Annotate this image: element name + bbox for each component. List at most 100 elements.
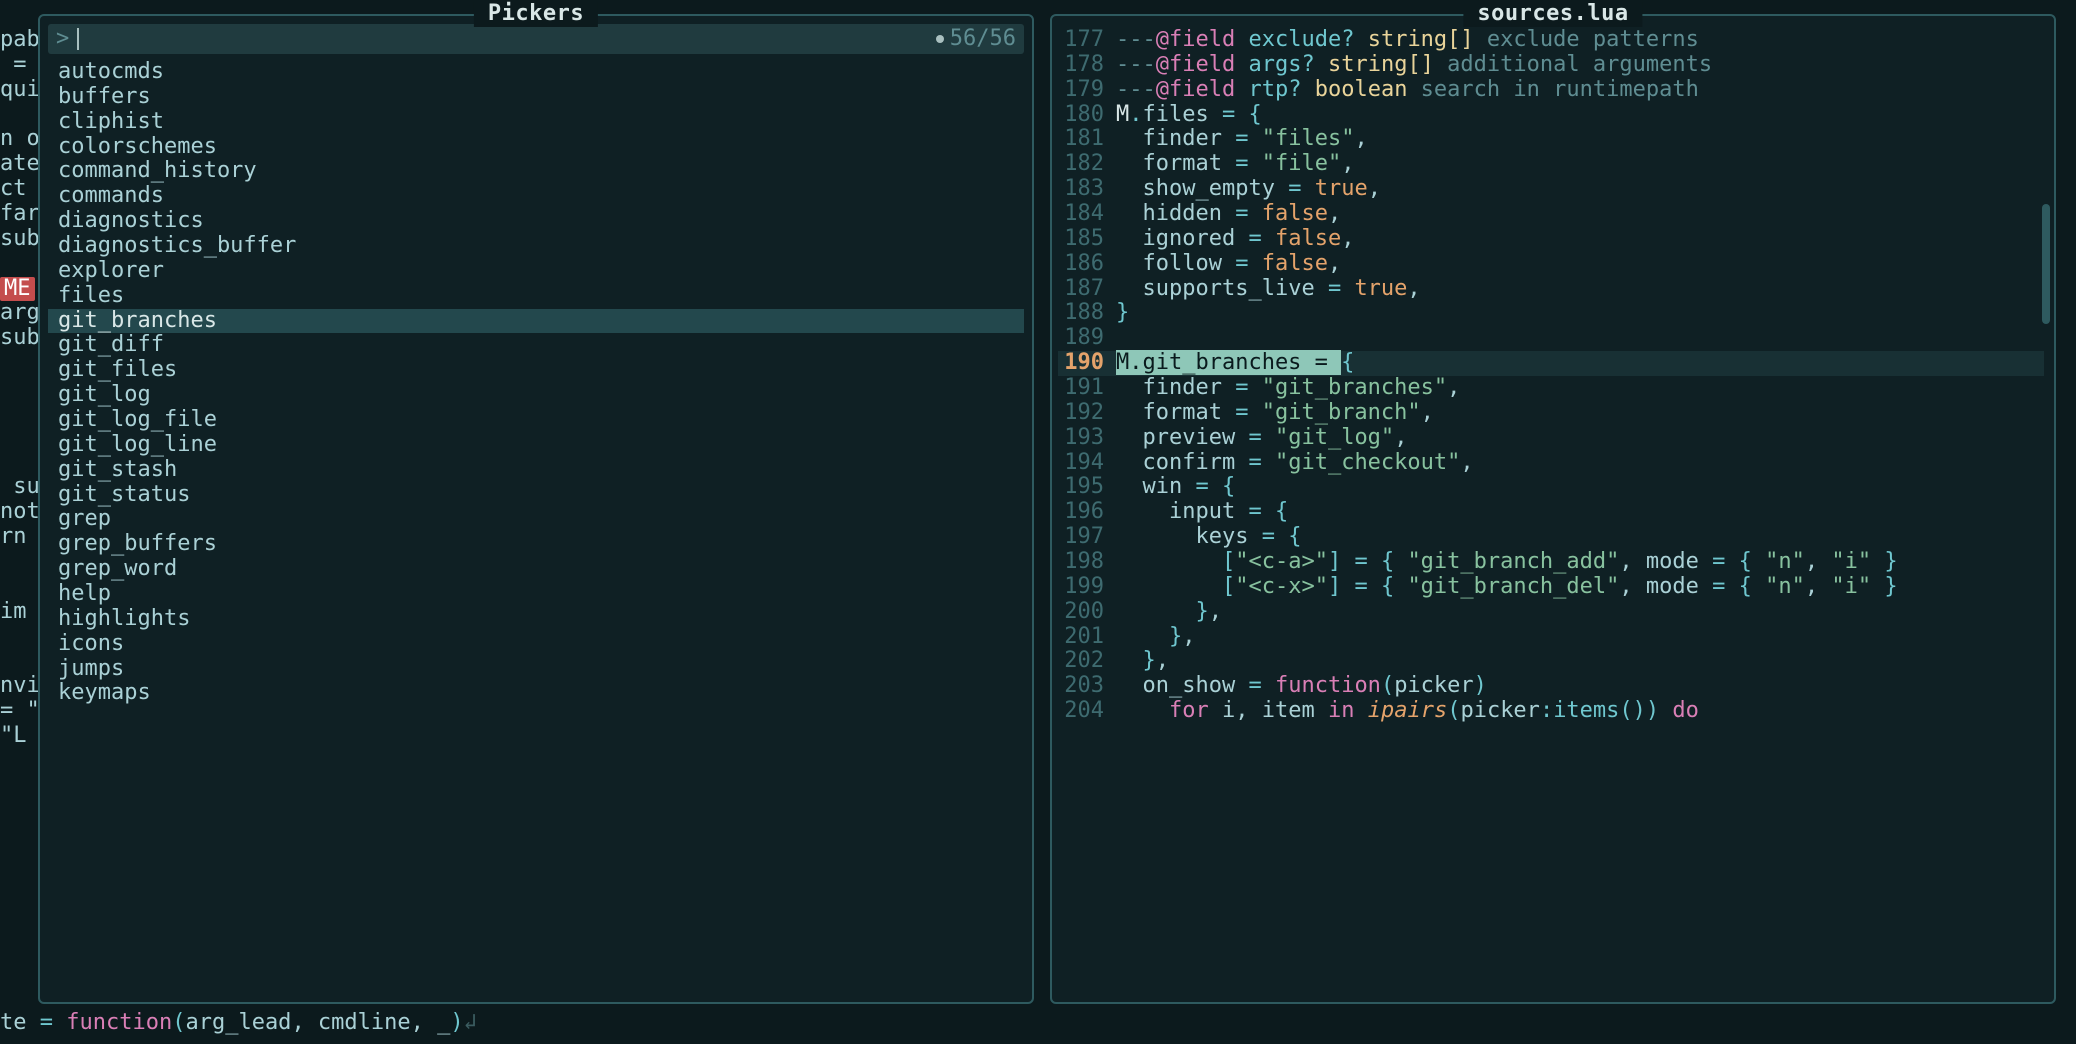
line-number: 196 xyxy=(1058,500,1116,525)
code-line: 181 finder = "files", xyxy=(1058,127,2044,152)
line-number: 180 xyxy=(1058,103,1116,128)
picker-item[interactable]: git_log_file xyxy=(48,408,1024,433)
code-content: M.files = { xyxy=(1116,103,2044,128)
line-number: 203 xyxy=(1058,674,1116,699)
line-number: 189 xyxy=(1058,326,1116,351)
line-number: 188 xyxy=(1058,301,1116,326)
code-content: M.git_branches = { xyxy=(1116,351,2044,376)
code-line: 189 xyxy=(1058,326,2044,351)
picker-item[interactable]: colorschemes xyxy=(48,135,1024,160)
code-content: } xyxy=(1116,301,2044,326)
code-content: }, xyxy=(1116,649,2044,674)
diagnostic-badge: ME xyxy=(0,277,35,302)
picker-prompt[interactable]: > 56/56 xyxy=(48,24,1024,54)
line-number: 190 xyxy=(1058,351,1116,376)
picker-item[interactable]: grep_word xyxy=(48,557,1024,582)
code-content: preview = "git_log", xyxy=(1116,426,2044,451)
picker-item[interactable]: git_files xyxy=(48,358,1024,383)
line-number: 193 xyxy=(1058,426,1116,451)
code-content: format = "file", xyxy=(1116,152,2044,177)
picker-item[interactable]: autocmds xyxy=(48,60,1024,85)
picker-item[interactable]: command_history xyxy=(48,159,1024,184)
picker-item[interactable]: help xyxy=(48,582,1024,607)
code-line: 185 ignored = false, xyxy=(1058,227,2044,252)
code-line: 201 }, xyxy=(1058,625,2044,650)
code-content: finder = "git_branches", xyxy=(1116,376,2044,401)
code-line: 199 ["<c-x>"] = { "git_branch_del", mode… xyxy=(1058,575,2044,600)
code-line: 194 confirm = "git_checkout", xyxy=(1058,451,2044,476)
background-buffer-bottom-line: te = function(arg_lead, cmdline, _)↲ xyxy=(0,1011,477,1036)
code-line: 198 ["<c-a>"] = { "git_branch_add", mode… xyxy=(1058,550,2044,575)
preview-title: sources.lua xyxy=(1463,2,1642,27)
picker-item[interactable]: files xyxy=(48,284,1024,309)
preview-code[interactable]: 177---@field exclude? string[] exclude p… xyxy=(1052,26,2054,726)
code-content: input = { xyxy=(1116,500,2044,525)
code-content: win = { xyxy=(1116,475,2044,500)
code-content: ignored = false, xyxy=(1116,227,2044,252)
picker-item[interactable]: highlights xyxy=(48,607,1024,632)
picker-item[interactable]: git_stash xyxy=(48,458,1024,483)
picker-item[interactable]: explorer xyxy=(48,259,1024,284)
code-content: }, xyxy=(1116,625,2044,650)
code-content: keys = { xyxy=(1116,525,2044,550)
modified-dot-icon xyxy=(936,35,944,43)
picker-item[interactable]: keymaps xyxy=(48,681,1024,706)
line-number: 195 xyxy=(1058,475,1116,500)
code-content: follow = false, xyxy=(1116,252,2044,277)
picker-item[interactable]: jumps xyxy=(48,657,1024,682)
code-content: ["<c-x>"] = { "git_branch_del", mode = {… xyxy=(1116,575,2044,600)
picker-item[interactable]: diagnostics_buffer xyxy=(48,234,1024,259)
code-content: on_show = function(picker) xyxy=(1116,674,2044,699)
code-content: confirm = "git_checkout", xyxy=(1116,451,2044,476)
code-content: for i, item in ipairs(picker:items()) do xyxy=(1116,699,2044,724)
code-line: 200 }, xyxy=(1058,600,2044,625)
picker-item[interactable]: diagnostics xyxy=(48,209,1024,234)
picker-count: 56/56 xyxy=(950,27,1016,52)
code-content: ["<c-a>"] = { "git_branch_add", mode = {… xyxy=(1116,550,2044,575)
code-line: 182 format = "file", xyxy=(1058,152,2044,177)
preview-panel: sources.lua 177---@field exclude? string… xyxy=(1050,14,2056,1004)
line-number: 185 xyxy=(1058,227,1116,252)
line-number: 192 xyxy=(1058,401,1116,426)
picker-item[interactable]: icons xyxy=(48,632,1024,657)
picker-panel: Pickers > 56/56 autocmdsbufferscliphistc… xyxy=(38,14,1034,1004)
code-content: show_empty = true, xyxy=(1116,177,2044,202)
picker-item[interactable]: git_diff xyxy=(48,333,1024,358)
picker-search-input[interactable] xyxy=(79,26,930,53)
code-content: ---@field rtp? boolean search in runtime… xyxy=(1116,78,2044,103)
picker-item[interactable]: git_branches xyxy=(48,309,1024,334)
line-number: 201 xyxy=(1058,625,1116,650)
code-line: 178---@field args? string[] additional a… xyxy=(1058,53,2044,78)
picker-item[interactable]: git_status xyxy=(48,483,1024,508)
code-content: format = "git_branch", xyxy=(1116,401,2044,426)
picker-item[interactable]: cliphist xyxy=(48,110,1024,135)
preview-scrollbar[interactable] xyxy=(2042,204,2050,324)
code-content: }, xyxy=(1116,600,2044,625)
picker-list[interactable]: autocmdsbufferscliphistcolorschemescomma… xyxy=(48,60,1024,992)
code-line: 196 input = { xyxy=(1058,500,2044,525)
picker-item[interactable]: buffers xyxy=(48,85,1024,110)
picker-item[interactable]: grep_buffers xyxy=(48,532,1024,557)
code-line: 188} xyxy=(1058,301,2044,326)
code-line: 180M.files = { xyxy=(1058,103,2044,128)
code-line: 193 preview = "git_log", xyxy=(1058,426,2044,451)
picker-item[interactable]: git_log_line xyxy=(48,433,1024,458)
code-line: 184 hidden = false, xyxy=(1058,202,2044,227)
line-number: 191 xyxy=(1058,376,1116,401)
code-line: 186 follow = false, xyxy=(1058,252,2044,277)
line-number: 179 xyxy=(1058,78,1116,103)
code-line: 195 win = { xyxy=(1058,475,2044,500)
line-number: 187 xyxy=(1058,277,1116,302)
code-content: ---@field exclude? string[] exclude patt… xyxy=(1116,28,2044,53)
code-line: 187 supports_live = true, xyxy=(1058,277,2044,302)
picker-item[interactable]: grep xyxy=(48,507,1024,532)
line-number: 199 xyxy=(1058,575,1116,600)
picker-item[interactable]: commands xyxy=(48,184,1024,209)
code-line: 202 }, xyxy=(1058,649,2044,674)
line-number: 184 xyxy=(1058,202,1116,227)
code-content: finder = "files", xyxy=(1116,127,2044,152)
code-content: hidden = false, xyxy=(1116,202,2044,227)
picker-item[interactable]: git_log xyxy=(48,383,1024,408)
line-number: 186 xyxy=(1058,252,1116,277)
code-line: 183 show_empty = true, xyxy=(1058,177,2044,202)
